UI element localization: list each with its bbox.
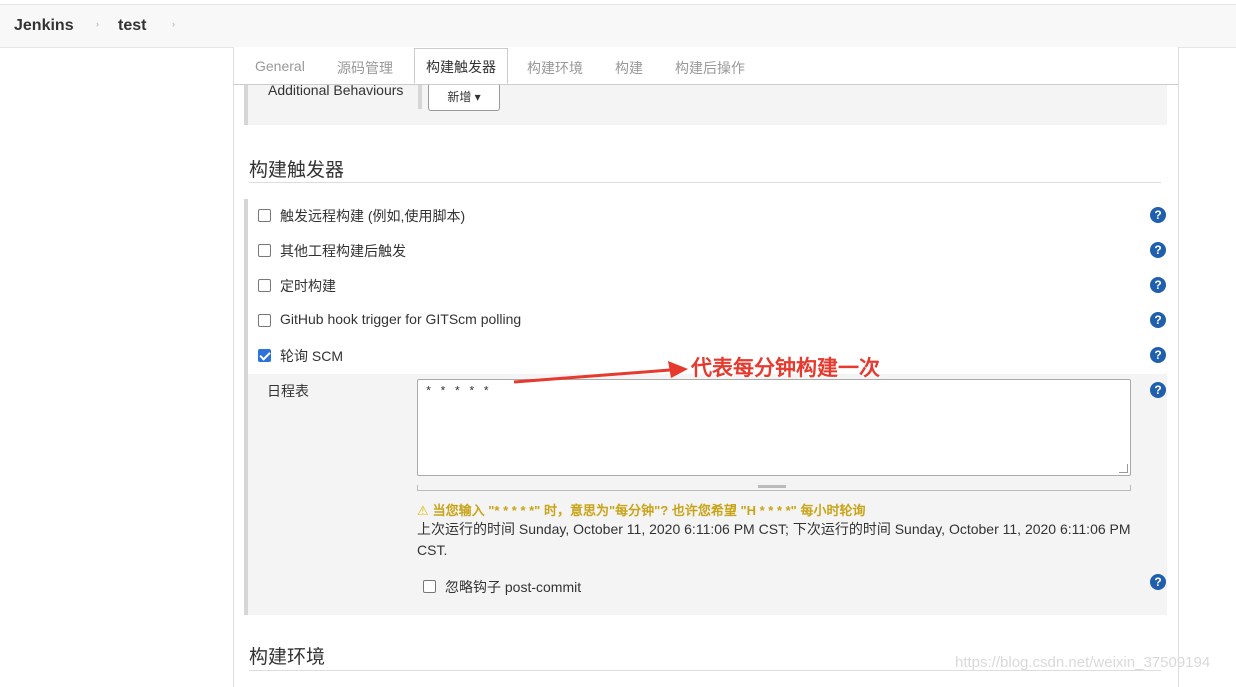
textarea-expand-bar[interactable] bbox=[417, 485, 1131, 491]
trigger-periodic-row: 定时构建 bbox=[248, 269, 1167, 303]
trigger-periodic-checkbox[interactable] bbox=[258, 279, 271, 292]
schedule-warning-text: 当您输入 "* * * * *" 时，意思为"每分钟"? 也许您希望 "H * … bbox=[432, 503, 866, 518]
watermark: https://blog.csdn.net/weixin_37509194 bbox=[955, 654, 1211, 671]
section-title-build-triggers: 构建触发器 bbox=[249, 160, 345, 181]
tab-source-code[interactable]: 源码管理 bbox=[337, 58, 393, 78]
ignore-post-commit-checkbox[interactable] bbox=[423, 580, 436, 593]
trigger-periodic-label[interactable]: 定时构建 bbox=[280, 276, 336, 296]
trigger-github-hook-row: GitHub hook trigger for GITScm polling bbox=[248, 304, 1167, 338]
section-divider bbox=[418, 85, 422, 109]
schedule-run-info: 上次运行的时间 Sunday, October 11, 2020 6:11:06… bbox=[417, 521, 1131, 558]
additional-behaviours-label: Additional Behaviours bbox=[268, 82, 404, 98]
drag-handle-icon[interactable] bbox=[758, 485, 786, 488]
trigger-remote-label[interactable]: 触发远程构建 (例如,使用脚本) bbox=[280, 206, 465, 226]
help-icon[interactable]: ? bbox=[1150, 277, 1166, 293]
annotation-text: 代表每分钟构建一次 bbox=[691, 357, 880, 380]
help-icon[interactable]: ? bbox=[1150, 207, 1166, 223]
resize-grip-icon[interactable] bbox=[1119, 464, 1128, 473]
trigger-remote-checkbox[interactable] bbox=[258, 209, 271, 222]
help-icon[interactable]: ? bbox=[1150, 347, 1166, 363]
schedule-warning: ⚠ 当您输入 "* * * * *" 时，意思为"每分钟"? 也许您希望 "H *… bbox=[417, 500, 865, 519]
trigger-remote-row: 触发远程构建 (例如,使用脚本) bbox=[248, 199, 1167, 233]
trigger-github-hook-checkbox[interactable] bbox=[258, 314, 271, 327]
scm-additional-behaviours: Additional Behaviours 新增 ▾ bbox=[244, 82, 1167, 125]
config-tab-bar: General 源码管理 构建触发器 构建环境 构建 构建后操作 bbox=[234, 47, 1178, 85]
poll-scm-settings: 日程表 * * * * * ⚠ 当您输入 "* * * * *" 时，意思为"每分… bbox=[248, 374, 1167, 615]
section-divider bbox=[249, 182, 1161, 183]
help-icon[interactable]: ? bbox=[1150, 574, 1166, 590]
trigger-poll-scm-label[interactable]: 轮询 SCM bbox=[280, 346, 343, 366]
help-icon[interactable]: ? bbox=[1150, 242, 1166, 258]
breadcrumb-chevron-icon[interactable]: › bbox=[172, 19, 175, 29]
help-icon[interactable]: ? bbox=[1150, 382, 1166, 398]
trigger-poll-scm-checkbox[interactable] bbox=[258, 349, 271, 362]
trigger-upstream-checkbox[interactable] bbox=[258, 244, 271, 257]
breadcrumb-chevron-icon[interactable]: › bbox=[96, 19, 99, 29]
trigger-upstream-label[interactable]: 其他工程构建后触发 bbox=[280, 241, 406, 261]
trigger-github-hook-label[interactable]: GitHub hook trigger for GITScm polling bbox=[280, 311, 521, 327]
add-behaviour-button[interactable]: 新增 ▾ bbox=[428, 85, 500, 111]
breadcrumb-jenkins[interactable]: Jenkins bbox=[14, 17, 74, 35]
breadcrumb-bar: Jenkins › test › bbox=[0, 4, 1236, 48]
breadcrumb-job[interactable]: test bbox=[118, 17, 146, 35]
schedule-label: 日程表 bbox=[267, 383, 309, 399]
schedule-textarea[interactable]: * * * * * bbox=[417, 379, 1131, 476]
schedule-value: * * * * * bbox=[425, 385, 490, 399]
annotation-arrow-icon bbox=[513, 361, 688, 384]
warning-icon: ⚠ bbox=[417, 503, 429, 518]
trigger-upstream-row: 其他工程构建后触发 bbox=[248, 234, 1167, 268]
help-icon[interactable]: ? bbox=[1150, 312, 1166, 328]
tab-build-triggers[interactable]: 构建触发器 bbox=[414, 48, 508, 84]
tab-general[interactable]: General bbox=[255, 58, 305, 74]
tab-post-build[interactable]: 构建后操作 bbox=[675, 58, 745, 78]
ignore-post-commit-label[interactable]: 忽略钩子 post-commit bbox=[445, 577, 581, 597]
tab-build-environment[interactable]: 构建环境 bbox=[527, 58, 583, 78]
ignore-post-commit-row: 忽略钩子 post-commit bbox=[413, 570, 963, 600]
build-triggers-panel: 触发远程构建 (例如,使用脚本) 其他工程构建后触发 定时构建 GitHub h… bbox=[244, 199, 1167, 615]
section-title-build-environment: 构建环境 bbox=[249, 647, 326, 668]
tab-build[interactable]: 构建 bbox=[615, 58, 643, 78]
